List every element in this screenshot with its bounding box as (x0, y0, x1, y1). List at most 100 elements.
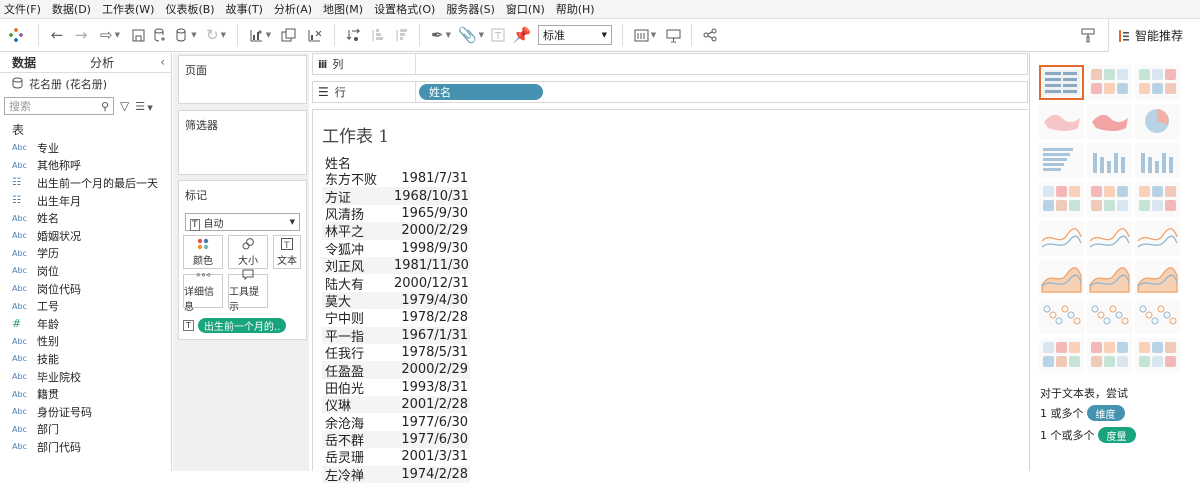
dual-combination-icon[interactable] (1135, 260, 1180, 295)
table-row[interactable]: 岳不群 1977/6/30 (322, 430, 470, 449)
fix-axes-icon[interactable]: 📌 (510, 23, 534, 47)
new-datasource-icon[interactable] (149, 23, 171, 47)
table-row[interactable]: 宁中则 1978/2/28 (322, 309, 470, 327)
size-button[interactable]: 大小 (228, 235, 268, 269)
table-row[interactable]: 林平之 2000/2/29 (322, 222, 470, 240)
fit-select[interactable]: 标准 ▼ (538, 25, 612, 45)
detail-button[interactable]: ∘∘∘ 详细信息 (183, 270, 223, 313)
field-item[interactable]: Abc 部门代码 (0, 438, 171, 456)
pie-chart-icon[interactable] (1135, 104, 1180, 139)
datasource-item[interactable]: 花名册 (花名册) (0, 73, 171, 95)
rows-field-pill[interactable]: 姓名 (419, 84, 543, 100)
mark-type-select[interactable]: T 自动 ▼ (185, 213, 300, 231)
area-continuous-icon[interactable] (1039, 260, 1084, 295)
treemap-icon[interactable] (1039, 182, 1084, 217)
circle-views-icon[interactable] (1087, 182, 1132, 217)
save-icon[interactable] (127, 23, 149, 47)
field-item[interactable]: Abc 技能 (0, 350, 171, 368)
box-and-whisker-icon[interactable] (1135, 299, 1180, 334)
show-mark-labels-icon[interactable]: T (486, 23, 510, 47)
field-item[interactable]: Abc 婚姻状况 (0, 227, 171, 245)
packed-bubbles-icon[interactable] (1135, 338, 1180, 373)
table-row[interactable]: 岳灵珊 2001/3/31 (322, 448, 470, 466)
format-painter-icon[interactable] (1076, 23, 1100, 47)
text-field-pill[interactable]: 出生前一个月的.. (197, 318, 287, 333)
filter-icon[interactable]: ▽ (120, 99, 129, 113)
histogram-icon[interactable] (1087, 299, 1132, 334)
collapse-pane-icon[interactable]: ‹ (160, 55, 165, 69)
share-icon[interactable] (698, 23, 722, 47)
tableau-logo-icon[interactable] (0, 23, 32, 47)
tab-data[interactable]: 数据 (0, 54, 78, 71)
tooltip-button[interactable]: 工具提示 (228, 269, 268, 313)
duplicate-sheet-icon[interactable] (276, 23, 300, 47)
sort-descending-icon[interactable] (389, 23, 413, 47)
text-table-icon[interactable] (1039, 65, 1084, 100)
table-row[interactable]: 陆大有 2000/12/31 (322, 274, 470, 293)
view-options-icon[interactable]: ☰ ▼ (135, 100, 152, 113)
highlight-table-icon[interactable] (1135, 65, 1180, 100)
table-row[interactable]: 莫大 1979/4/30 (322, 291, 470, 310)
menu-item[interactable]: 故事(T) (226, 1, 263, 17)
field-item[interactable]: Abc 身份证号码 (0, 403, 171, 421)
table-row[interactable]: 平一指 1967/1/31 (322, 326, 470, 345)
field-item[interactable]: Abc 工号 (0, 297, 171, 315)
menu-item[interactable]: 仪表板(B) (165, 1, 214, 17)
presentation-mode-icon[interactable] (661, 23, 685, 47)
table-row[interactable]: 风清扬 1965/9/30 (322, 204, 470, 223)
symbol-map-icon[interactable] (1039, 104, 1084, 139)
table-row[interactable]: 田伯光 1993/8/31 (322, 378, 470, 397)
text-button[interactable]: T 文本 (273, 235, 301, 269)
table-row[interactable]: 余沧海 1977/6/30 (322, 413, 470, 432)
menu-item[interactable]: 窗口(N) (506, 1, 545, 17)
tab-analysis[interactable]: 分析 (78, 54, 156, 71)
table-row[interactable]: 刘正风 1981/11/30 (322, 256, 470, 275)
field-item[interactable]: ☷ 出生前一个月的最后一天 (0, 174, 171, 192)
worksheet-title[interactable]: 工作表 1 (322, 122, 389, 147)
menu-item[interactable]: 数据(D) (52, 1, 91, 17)
swap-icon[interactable]: ⇨ ▼ (93, 23, 127, 47)
menu-item[interactable]: 帮助(H) (556, 1, 595, 17)
field-item[interactable]: Abc 岗位代码 (0, 280, 171, 298)
pause-data-icon[interactable]: ▼ (171, 23, 201, 47)
table-row[interactable]: 方证 1968/10/31 (322, 187, 470, 206)
filled-map-icon[interactable] (1087, 104, 1132, 139)
line-continuous-icon[interactable] (1039, 221, 1084, 256)
field-item[interactable]: Abc 岗位 (0, 262, 171, 280)
search-input[interactable]: 搜索 ⚲ (4, 97, 114, 115)
group-members-icon[interactable]: 📎 ▼ (456, 23, 486, 47)
field-item[interactable]: Abc 毕业院校 (0, 368, 171, 386)
undo-icon[interactable]: ← (45, 23, 69, 47)
dual-line-icon[interactable] (1135, 221, 1180, 256)
side-by-side-circles-icon[interactable] (1135, 182, 1180, 217)
field-item[interactable]: Abc 性别 (0, 333, 171, 351)
swap-rows-columns-icon[interactable] (341, 23, 365, 47)
new-worksheet-icon[interactable]: ▼ (244, 23, 276, 47)
menu-item[interactable]: 分析(A) (274, 1, 312, 17)
pages-card[interactable]: 页面 (178, 55, 307, 104)
field-item[interactable]: Abc 部门 (0, 421, 171, 439)
table-row[interactable]: 任我行 1978/5/31 (322, 343, 470, 362)
field-item[interactable]: Abc 籍贯 (0, 385, 171, 403)
rows-shelf[interactable]: ☰ 行 姓名 (312, 81, 1028, 103)
table-row[interactable]: 左冷禅 1974/2/28 (322, 465, 470, 484)
columns-shelf[interactable]: iii 列 (312, 53, 1028, 75)
heat-map-icon[interactable] (1087, 65, 1132, 100)
show-cards-icon[interactable]: ▼ (629, 23, 661, 47)
menu-item[interactable]: 设置格式(O) (374, 1, 435, 17)
filters-card[interactable]: 筛选器 (178, 110, 307, 175)
menu-item[interactable]: 地图(M) (323, 1, 363, 17)
table-row[interactable]: 东方不败 1981/7/31 (322, 170, 470, 188)
redo-icon[interactable]: → (69, 23, 93, 47)
field-item[interactable]: Abc 专业 (0, 139, 171, 157)
refresh-icon[interactable]: ↻ ▼ (201, 23, 231, 47)
field-item[interactable]: Abc 其他称呼 (0, 157, 171, 175)
field-item[interactable]: Abc 姓名 (0, 209, 171, 227)
field-item[interactable]: # 年龄 (0, 315, 171, 333)
field-item[interactable]: Abc 学历 (0, 245, 171, 263)
menu-item[interactable]: 文件(F) (4, 1, 41, 17)
menu-item[interactable]: 工作表(W) (102, 1, 154, 17)
table-row[interactable]: 令狐冲 1998/9/30 (322, 239, 470, 258)
area-discrete-icon[interactable] (1087, 260, 1132, 295)
table-row[interactable]: 仪琳 2001/2/28 (322, 396, 470, 414)
